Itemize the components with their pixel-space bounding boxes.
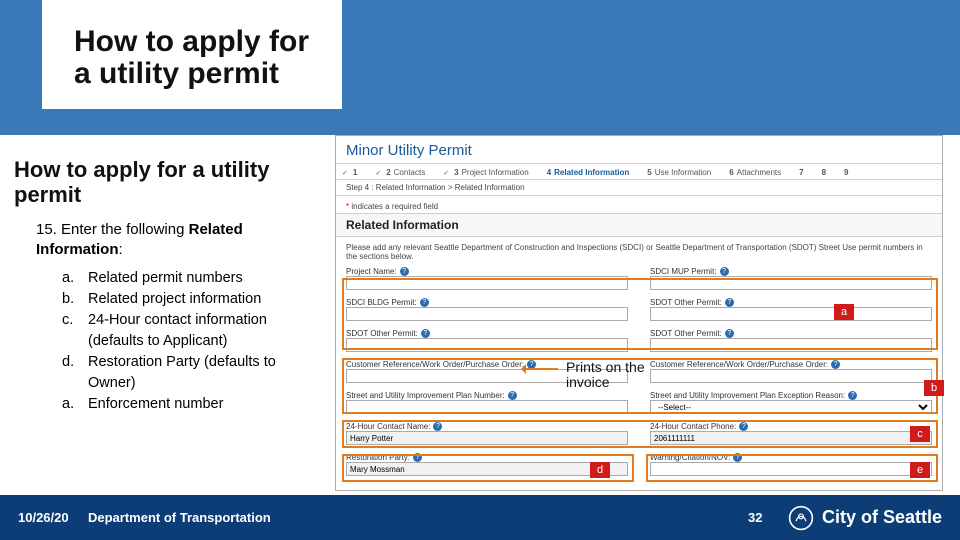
sub-list: a.Related permit numbers b.Related proje… [62,268,319,415]
wizard-step[interactable]: 8 [822,168,826,177]
city-name: City of Seattle [822,507,942,528]
tag-c: c [910,426,930,442]
tag-b: b [924,380,944,396]
help-icon[interactable]: ? [720,267,729,276]
highlight-c [342,420,938,448]
footer-bar: 10/26/20 Department of Transportation 32… [0,495,960,540]
tag-e: e [910,462,930,478]
tag-a: a [834,304,854,320]
required-note: * indicates a required field [336,196,942,213]
footer-date: 10/26/20 [18,510,88,525]
list-item: d.Restoration Party (defaults to Owner) [62,352,319,394]
page-heading: How to apply for a utility permit [14,157,319,208]
section-header: Related Information [336,213,942,237]
title-box: How to apply for a utility permit [42,0,342,109]
step-number: 15. [36,221,57,238]
wizard-step[interactable]: 5Use Information [647,168,711,177]
list-item: a.Related permit numbers [62,268,319,289]
wizard-step[interactable]: 1 [342,168,357,177]
highlight-e [646,454,938,482]
wizard-step[interactable]: 9 [844,168,848,177]
wizard-step[interactable]: 2Contacts [375,168,425,177]
main-area: How to apply for a utility permit 15. En… [0,135,960,495]
breadcrumb: Step 4 : Related Information > Related I… [336,180,942,196]
wizard-step[interactable]: 6Attachments [729,168,781,177]
wizard-steps: 1 2Contacts 3Project Information 4Relate… [336,164,942,180]
wizard-step[interactable]: 3Project Information [443,168,528,177]
step-text-c: : [119,241,123,258]
wizard-step[interactable]: 4Related Information [547,168,630,177]
annotation-arrow [522,368,558,370]
title-bar: How to apply for a utility permit [0,0,960,135]
seattle-seal-icon [788,505,814,531]
list-item: a.Enforcement number [62,394,319,415]
step-15: 15. Enter the following Related Informat… [36,220,319,261]
left-column: How to apply for a utility permit 15. En… [0,135,335,495]
city-logo: City of Seattle [788,505,942,531]
form-hint: Please add any relevant Seattle Departme… [346,243,932,261]
annotation-text: Prints on the invoice [566,360,656,391]
right-column: Minor Utility Permit 1 2Contacts 3Projec… [335,135,960,495]
step-text-a: Enter the following [61,221,189,238]
help-icon[interactable]: ? [400,267,409,276]
tag-d: d [590,462,610,478]
footer-dept: Department of Transportation [88,510,748,525]
slide-title: How to apply for a utility permit [74,26,310,89]
list-item: b.Related project information [62,289,319,310]
wizard-step[interactable]: 7 [799,168,803,177]
footer-page: 32 [748,510,788,525]
form-title: Minor Utility Permit [336,136,942,164]
form-panel: Minor Utility Permit 1 2Contacts 3Projec… [335,135,943,491]
list-item: c.24-Hour contact information (defaults … [62,310,319,352]
